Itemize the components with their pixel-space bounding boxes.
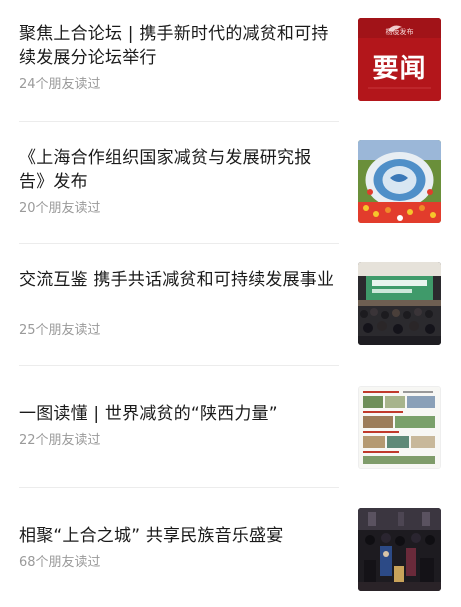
forum-hall-photo — [358, 262, 441, 345]
article-thumbnail[interactable] — [358, 262, 441, 345]
divider — [19, 243, 339, 244]
article-title[interactable]: 交流互鉴 携手共话减贫和可持续发展事业 — [19, 268, 337, 292]
divider — [19, 365, 339, 366]
article-item[interactable]: 交流互鉴 携手共话减贫和可持续发展事业 25个朋友读过 — [0, 258, 461, 368]
article-title[interactable]: 《上海合作组织国家减贫与发展研究报告》发布 — [19, 146, 337, 194]
sco-emblem-photo — [358, 140, 441, 223]
article-item[interactable]: 《上海合作组织国家减贫与发展研究报告》发布 20个朋友读过 — [0, 136, 461, 246]
article-item[interactable]: 相聚“上合之城” 共享民族音乐盛宴 68个朋友读过 — [0, 502, 461, 607]
article-item[interactable]: 一图读懂 | 世界减贫的“陕西力量” 22个朋友读过 — [0, 380, 461, 490]
divider — [19, 121, 339, 122]
article-thumbnail[interactable] — [358, 386, 441, 469]
friends-read-count: 68个朋友读过 — [19, 555, 101, 570]
friends-read-count: 22个朋友读过 — [19, 433, 101, 448]
article-thumbnail[interactable] — [358, 508, 441, 591]
divider — [19, 487, 339, 488]
article-item[interactable]: 聚焦上合论坛 | 携手新时代的减贫和可持续发展分论坛举行 24个朋友读过 杨凌发… — [0, 14, 461, 124]
article-title[interactable]: 相聚“上合之城” 共享民族音乐盛宴 — [19, 524, 337, 548]
friends-read-count: 24个朋友读过 — [19, 77, 101, 92]
infographic-image — [359, 387, 440, 468]
thumbnail-brand-label: 杨凌发布 — [385, 28, 414, 36]
friends-read-count: 25个朋友读过 — [19, 323, 101, 338]
thumbnail-headline-label: 要闻 — [372, 54, 427, 84]
article-title[interactable]: 一图读懂 | 世界减贫的“陕西力量” — [19, 402, 337, 426]
article-thumbnail[interactable] — [358, 140, 441, 223]
article-thumbnail[interactable]: 杨凌发布 要闻 — [358, 18, 441, 101]
friends-read-count: 20个朋友读过 — [19, 201, 101, 216]
article-title[interactable]: 聚焦上合论坛 | 携手新时代的减贫和可持续发展分论坛举行 — [19, 22, 337, 70]
orchestra-performance-photo — [358, 508, 441, 591]
article-feed: 聚焦上合论坛 | 携手新时代的减贫和可持续发展分论坛举行 24个朋友读过 杨凌发… — [0, 0, 461, 607]
